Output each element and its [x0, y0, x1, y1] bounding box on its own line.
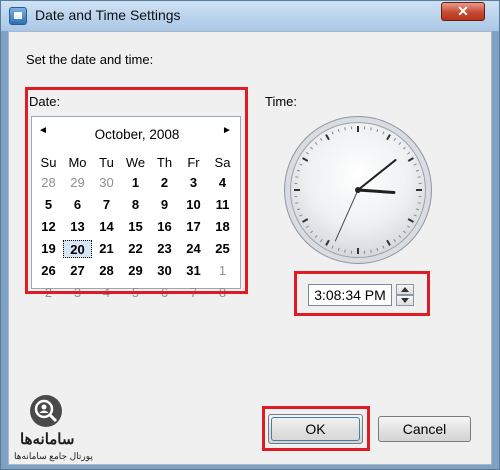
clock-hour-tick	[325, 239, 330, 246]
watermark-subtitle: پورتال جامع سامانه‌ها	[14, 451, 93, 461]
time-input[interactable]: 3:08:34 PM	[308, 284, 392, 306]
watermark-title: سامانه‌ها	[20, 431, 75, 448]
clock-minute-tick	[398, 234, 402, 238]
clock-minute-tick	[299, 214, 303, 217]
clock-minute-tick	[319, 239, 323, 243]
clock-hour-tick	[325, 134, 330, 141]
clock-minute-tick	[319, 137, 323, 141]
clock-minute-tick	[305, 151, 309, 155]
clock-minute-tick	[382, 131, 385, 135]
clock-minute-tick	[413, 163, 417, 166]
clock-minute-tick	[417, 176, 421, 178]
watermark-logo-icon	[30, 395, 62, 427]
clock-minute-tick	[295, 202, 299, 204]
clock-minute-tick	[296, 208, 301, 211]
clock-minute-tick	[402, 146, 406, 150]
clock-minute-tick	[398, 142, 402, 146]
second-hand	[334, 189, 359, 242]
clock-minute-tick	[402, 230, 406, 234]
clock-minute-tick	[296, 169, 301, 172]
clock-minute-tick	[417, 202, 421, 204]
clock-hour-tick	[302, 157, 309, 162]
clock-minute-tick	[305, 225, 309, 229]
clock-hour-tick	[386, 134, 391, 141]
close-button[interactable]: ✕	[441, 2, 485, 21]
spin-up-icon	[401, 287, 409, 292]
clock-center-pin	[355, 187, 361, 193]
clock-minute-tick	[337, 128, 340, 133]
clock-hour-tick	[407, 218, 414, 223]
clock-minute-tick	[299, 163, 303, 166]
spin-down-icon	[401, 298, 409, 303]
clock-minute-tick	[376, 247, 379, 252]
clock-minute-tick	[393, 239, 397, 243]
instruction-text: Set the date and time:	[26, 52, 154, 67]
title-bar: Date and Time Settings ✕	[1, 1, 499, 31]
clock-minute-tick	[415, 169, 420, 172]
window-title: Date and Time Settings	[35, 7, 181, 23]
cancel-button[interactable]: Cancel	[378, 416, 471, 442]
clock-hour-tick	[407, 157, 414, 162]
ok-highlight-box	[262, 406, 370, 451]
clock-minute-tick	[413, 214, 417, 217]
clock-minute-tick	[393, 137, 397, 141]
analog-clock	[284, 116, 432, 264]
clock-minute-tick	[376, 128, 379, 133]
clock-minute-tick	[314, 234, 318, 238]
time-label: Time:	[265, 94, 298, 109]
clock-minute-tick	[331, 131, 334, 135]
clock-minute-tick	[331, 245, 334, 249]
hour-hand	[356, 188, 396, 195]
clock-minute-tick	[370, 127, 372, 131]
clock-minute-tick	[310, 146, 314, 150]
time-spin-up-button[interactable]	[396, 284, 414, 295]
clock-minute-tick	[415, 208, 420, 211]
close-icon: ✕	[457, 3, 469, 19]
clock-minute-tick	[407, 151, 411, 155]
minute-hand	[357, 159, 397, 191]
clock-minute-tick	[344, 249, 346, 253]
clock-minute-tick	[344, 127, 346, 131]
clock-minute-tick	[295, 176, 299, 178]
clock-minute-tick	[407, 225, 411, 229]
clock-hour-tick	[302, 218, 309, 223]
clock-minute-tick	[337, 247, 340, 252]
time-spin-down-button[interactable]	[396, 295, 414, 306]
clock-hour-tick	[386, 239, 391, 246]
clock-minute-tick	[310, 230, 314, 234]
clock-minute-tick	[382, 245, 385, 249]
clock-face-icon	[294, 126, 422, 254]
date-highlight-box	[25, 87, 248, 294]
calendar-icon	[9, 7, 27, 25]
clock-minute-tick	[314, 142, 318, 146]
clock-minute-tick	[370, 249, 372, 253]
